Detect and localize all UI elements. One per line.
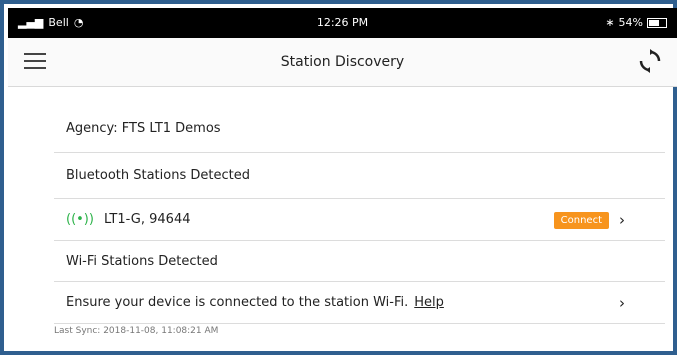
bluetooth-station-row[interactable]: ((•)) LT1-G, 94644 Connect › <box>54 199 665 241</box>
chevron-right-icon[interactable]: › <box>619 294 625 312</box>
agency-row: Agency: FTS LT1 Demos <box>54 104 665 153</box>
nav-bar: Station Discovery <box>8 38 677 87</box>
wifi-note-row[interactable]: Ensure your device is connected to the s… <box>54 282 665 324</box>
station-list: Agency: FTS LT1 Demos Bluetooth Stations… <box>54 104 665 324</box>
battery-percent: 54% <box>618 16 643 29</box>
wifi-note-text: Ensure your device is connected to the s… <box>66 295 409 310</box>
status-bar: ▂▄▆ Bell ◔ 12:26 PM ∗ 54% <box>8 8 677 38</box>
battery-icon <box>647 17 667 28</box>
agency-label: Agency: FTS LT1 Demos <box>66 120 221 136</box>
wifi-section-header: Wi-Fi Stations Detected <box>54 241 665 282</box>
app-frame: ▂▄▆ Bell ◔ 12:26 PM ∗ 54% Station Discov… <box>0 0 677 355</box>
last-sync-label: Last Sync: 2018-11-08, 11:08:21 AM <box>54 326 219 336</box>
help-link[interactable]: Help <box>414 295 444 310</box>
bluetooth-signal-icon: ((•)) <box>66 212 94 227</box>
status-time: 12:26 PM <box>316 16 369 29</box>
station-name: LT1-G, 94644 <box>103 212 191 227</box>
bluetooth-section-title: Bluetooth Stations Detected <box>66 168 250 183</box>
chevron-right-icon[interactable]: › <box>619 211 625 229</box>
wifi-section-title: Wi-Fi Stations Detected <box>66 253 218 269</box>
status-right: ∗ 54% <box>605 16 667 29</box>
page-title: Station Discovery <box>280 54 405 70</box>
bluetooth-section-header: Bluetooth Stations Detected <box>54 153 665 199</box>
hamburger-icon[interactable] <box>24 53 46 69</box>
connect-button[interactable]: Connect <box>553 212 609 229</box>
refresh-icon[interactable] <box>637 48 663 74</box>
bluetooth-status-icon: ∗ <box>605 16 615 29</box>
